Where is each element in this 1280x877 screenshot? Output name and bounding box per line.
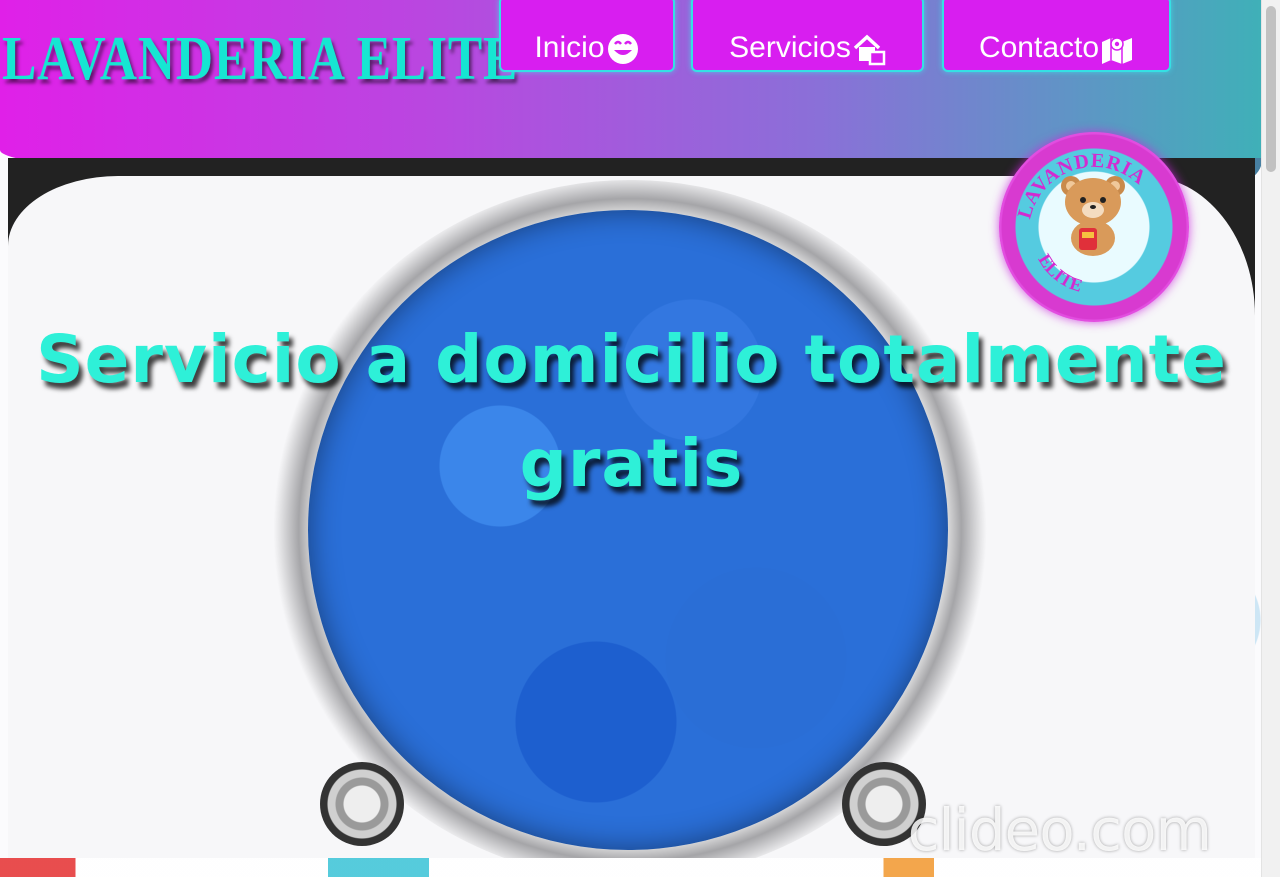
nav-servicios-label: Servicios <box>729 31 851 64</box>
brand-logo-badge[interactable]: LAVANDERIA ELITE <box>999 132 1189 322</box>
nav-servicios-button[interactable]: Servicios <box>691 0 924 72</box>
video-watermark: clideo.com <box>907 796 1212 858</box>
page-scrollbar[interactable] <box>1261 0 1280 877</box>
nav-inicio-button[interactable]: Inicio <box>499 0 675 72</box>
nav-inicio-label: Inicio <box>534 31 605 64</box>
teddy-bear-icon <box>1061 176 1125 256</box>
nav-contacto-button[interactable]: Contacto <box>942 0 1171 72</box>
roller-left <box>320 762 404 846</box>
hero-title: Servicio a domicilio totalmente gratis <box>36 321 1227 502</box>
house-icon <box>853 34 886 66</box>
nav-contacto-label: Contacto <box>978 31 1100 64</box>
site-brand[interactable]: LAVANDERIA ELITE <box>2 24 518 95</box>
washer-drum <box>308 210 948 850</box>
smiley-icon <box>607 34 638 64</box>
scrollbar-thumb[interactable] <box>1266 6 1276 172</box>
bottom-decoration <box>0 858 1262 877</box>
map-icon <box>1102 37 1133 64</box>
